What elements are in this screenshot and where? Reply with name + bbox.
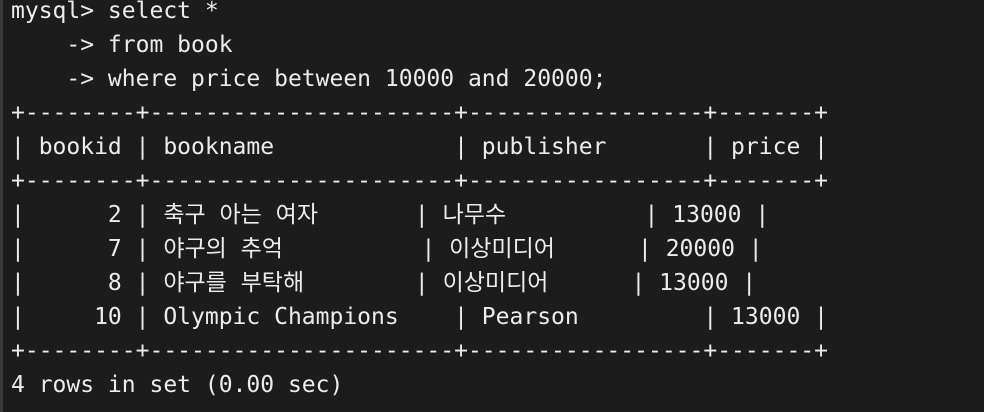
- table-row: | 7 | 야구의 추억 | 이상미디어 | 20000 |: [11, 236, 763, 262]
- table-row: | 8 | 야구를 부탁해 | 이상미디어 | 13000 |: [11, 270, 757, 296]
- table-border-header: +--------+----------------------+-------…: [11, 168, 828, 194]
- table-row: | 2 | 축구 아는 여자 | 나무수 | 13000 |: [11, 202, 770, 228]
- terminal-window[interactable]: mysql> select * -> from book -> where pr…: [0, 0, 984, 412]
- result-summary: 4 rows in set (0.00 sec): [11, 372, 344, 398]
- table-row: | 10 | Olympic Champions | Pearson | 130…: [11, 304, 828, 330]
- table-border-bottom: +--------+----------------------+-------…: [11, 338, 828, 364]
- mysql-prompt-line: mysql> select *: [11, 0, 219, 24]
- table-header-row: | bookid | bookname | publisher | price …: [11, 134, 828, 160]
- table-border-top: +--------+----------------------+-------…: [11, 100, 828, 126]
- query-continuation-line: -> from book: [11, 32, 233, 58]
- query-continuation-line: -> where price between 10000 and 20000;: [11, 66, 607, 92]
